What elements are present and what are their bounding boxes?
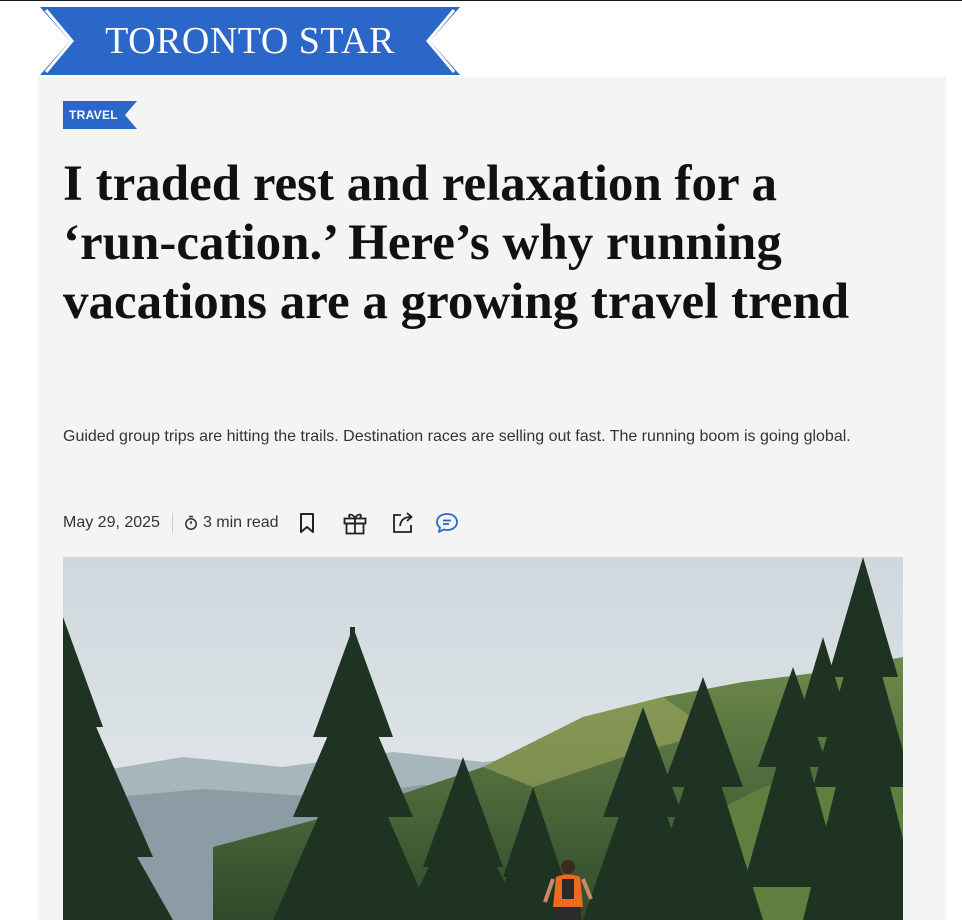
section-tag[interactable]: TRAVEL: [63, 101, 137, 129]
read-time-label: 3 min read: [202, 514, 279, 531]
article-dek: Guided group trips are hitting the trail…: [63, 428, 851, 445]
gift-article-button[interactable]: [341, 509, 369, 537]
share-icon: [392, 512, 413, 533]
hero-image: [63, 557, 903, 920]
read-time: 3 min read: [184, 514, 279, 532]
masthead-logo[interactable]: TORONTO STAR: [40, 7, 460, 75]
publish-date: May 29, 2025: [63, 514, 160, 531]
meta-divider: [171, 513, 173, 533]
article-meta: May 29, 2025 3 min read: [63, 509, 461, 537]
bookmark-button[interactable]: [293, 509, 321, 537]
bookmark-icon: [299, 513, 314, 533]
masthead-title: TORONTO STAR: [105, 20, 395, 62]
article-card: TRAVEL I traded rest and relaxation for …: [38, 77, 946, 920]
gift-icon: [343, 513, 366, 535]
top-rule: [0, 0, 962, 1]
section-tag-label: TRAVEL: [69, 108, 118, 122]
comment-icon: [435, 513, 458, 533]
stopwatch-icon: [185, 515, 197, 530]
comments-button[interactable]: [433, 509, 461, 537]
share-button[interactable]: [389, 509, 417, 537]
trail-runner-mountain-photo: [63, 557, 903, 920]
article-headline: I traded rest and relaxation for a ‘run-…: [63, 156, 850, 330]
